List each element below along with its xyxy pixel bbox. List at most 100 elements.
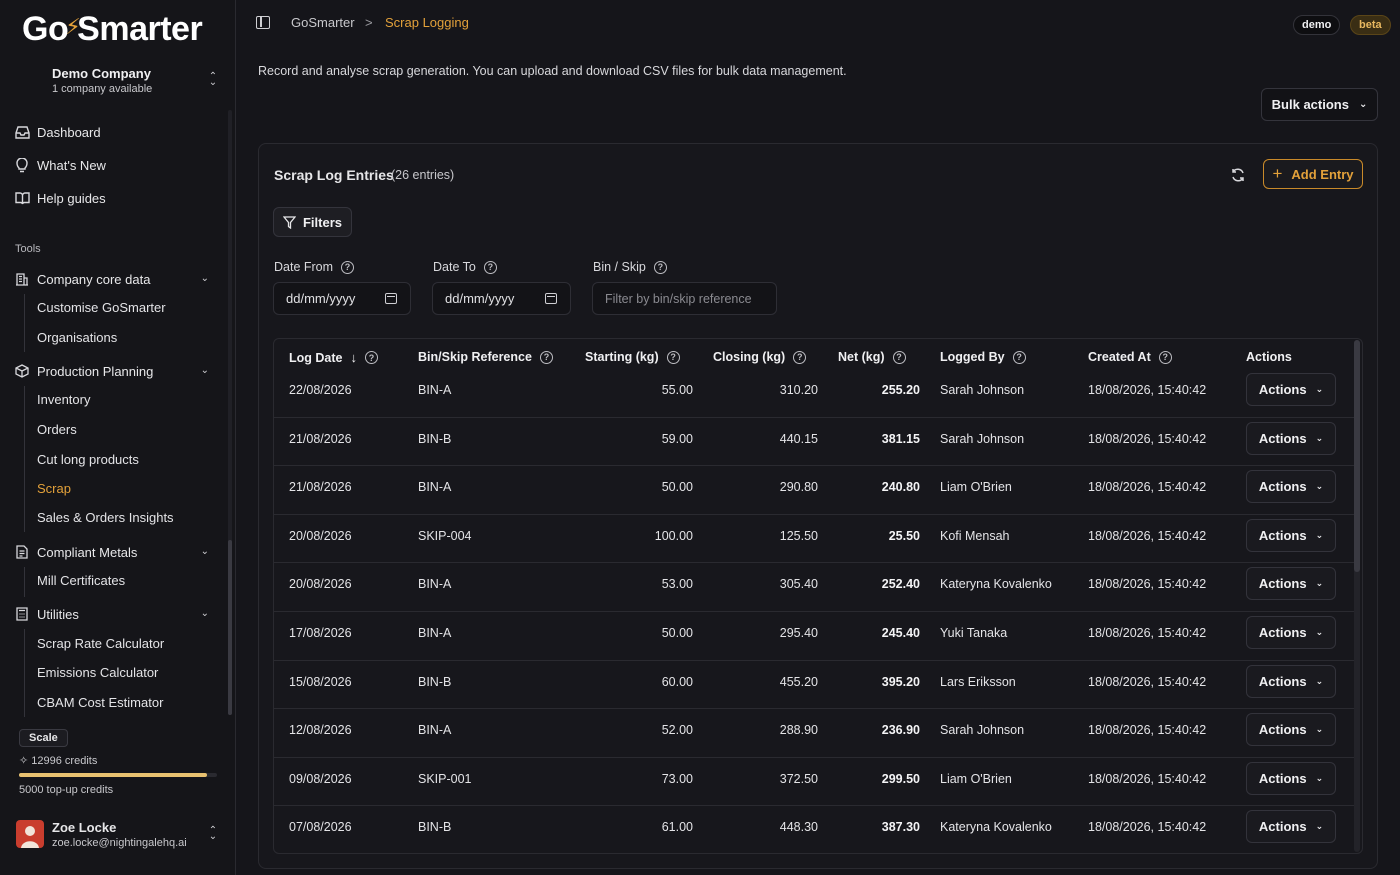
chevron-updown-icon[interactable]: ⌃ ⌄ [207, 72, 219, 88]
tools-section-label: Tools [15, 243, 41, 255]
cell-created: 18/08/2026, 15:40:42 [1088, 480, 1207, 495]
nav-company-core-label: Company core data [37, 271, 151, 287]
help-icon[interactable]: ? [653, 260, 667, 274]
nav-company-core-data[interactable]: Company core data [14, 268, 150, 290]
col-logged-by[interactable]: Logged By? [940, 350, 1026, 364]
breadcrumb-home[interactable]: GoSmarter [291, 15, 355, 30]
add-entry-button[interactable]: + Add Entry [1263, 159, 1363, 189]
filters-label: Filters [302, 214, 342, 230]
col-bin-skip[interactable]: Bin/Skip Reference? [418, 350, 553, 364]
col-created-at[interactable]: Created At? [1088, 350, 1172, 364]
row-actions-button[interactable]: Actions ⌄ [1246, 518, 1336, 552]
cell-date: 15/08/2026 [289, 674, 352, 689]
nav-compliant-metals-label: Compliant Metals [37, 544, 138, 560]
row-actions-button[interactable]: Actions ⌄ [1246, 616, 1336, 649]
row-actions-button[interactable]: Actions ⌄ [1246, 761, 1336, 795]
row-actions-button[interactable]: Actions ⌄ [1246, 713, 1336, 747]
refresh-icon[interactable] [1230, 167, 1246, 187]
nav-mill-certificates[interactable]: Mill Certificates [37, 571, 125, 591]
row-actions-button[interactable]: Actions ⌄ [1246, 664, 1336, 698]
col-log-date[interactable]: Log Date ↓ ? [289, 350, 378, 365]
nav-production-planning[interactable]: Production Planning [14, 360, 153, 382]
cell-by: Kateryna Kovalenko [940, 820, 1052, 835]
help-icon[interactable]: ? [364, 351, 378, 364]
row-actions-label: Actions [1258, 479, 1307, 495]
nav-help-guides[interactable]: Help guides [14, 187, 106, 209]
nav-whats-new[interactable]: What's New [14, 154, 106, 176]
row-actions-button[interactable]: Actions ⌄ [1246, 470, 1336, 504]
nav-cut-long-products[interactable]: Cut long products [37, 450, 139, 470]
nav-utilities[interactable]: Utilities [14, 603, 79, 625]
help-icon[interactable]: ? [539, 350, 553, 364]
date-from-input[interactable]: dd/mm/yyyy [273, 282, 411, 315]
cell-start: 60.00 [661, 674, 693, 689]
plus-icon: + [1272, 164, 1283, 183]
date-to-value: dd/mm/yyyy [445, 291, 515, 306]
help-icon[interactable]: ? [1158, 350, 1172, 364]
nav-compliant-metals[interactable]: Compliant Metals [14, 541, 137, 563]
chevron-down-icon[interactable]: ⌄ [201, 365, 209, 376]
row-actions-button[interactable]: Actions ⌄ [1246, 567, 1336, 601]
cell-close: 455.20 [779, 674, 818, 689]
table-row: 20/08/2026 BIN-A 53.00 305.40 252.40 Kateryna… [274, 563, 1356, 612]
col-actions: Actions [1246, 350, 1292, 364]
cell-close: 310.20 [779, 383, 818, 397]
help-icon[interactable]: ? [892, 350, 906, 364]
nav-cbam-estimator[interactable]: CBAM Cost Estimator [37, 693, 163, 713]
nav-customise[interactable]: Customise GoSmarter [37, 298, 166, 318]
bulk-actions-button[interactable]: Bulk actions ⌄ [1261, 88, 1378, 121]
table-row: 12/08/2026 BIN-A 52.00 288.90 236.90 Sarah Jo… [274, 709, 1356, 758]
nav-orders[interactable]: Orders [37, 420, 77, 440]
filters-button[interactable]: Filters [273, 207, 352, 237]
help-icon[interactable]: ? [666, 350, 680, 364]
chevron-down-icon: ⌄ [1315, 432, 1324, 443]
col-net[interactable]: Net (kg)? [838, 350, 906, 364]
chevron-down-icon[interactable]: ⌄ [201, 546, 209, 557]
chevron-down-icon[interactable]: ⌄ [201, 608, 209, 619]
help-icon[interactable]: ? [793, 350, 807, 364]
nav-sales-insights[interactable]: Sales & Orders Insights [37, 508, 174, 528]
row-actions-button[interactable]: Actions ⌄ [1246, 373, 1336, 406]
sidebar-scrollbar-thumb[interactable] [228, 540, 232, 715]
submenu-line [24, 386, 25, 532]
bin-skip-filter-input[interactable]: Filter by bin/skip reference [592, 282, 777, 315]
calendar-icon[interactable] [385, 293, 397, 304]
chevron-down-icon[interactable]: ⌄ [201, 273, 209, 284]
avatar[interactable] [16, 820, 44, 848]
table-row: 07/08/2026 BIN-B 61.00 448.30 387.30 Kateryna… [274, 806, 1356, 853]
help-icon[interactable]: ? [1012, 350, 1026, 364]
row-actions-label: Actions [1258, 770, 1307, 786]
bin-skip-placeholder: Filter by bin/skip reference [605, 291, 752, 306]
table-scrollbar-thumb[interactable] [1354, 340, 1360, 572]
nav-inventory[interactable]: Inventory [37, 390, 90, 410]
col-starting[interactable]: Starting (kg)? [585, 350, 680, 364]
nav-emissions-calculator[interactable]: Emissions Calculator [37, 663, 158, 683]
company-switcher[interactable]: Demo Company 1 company available [52, 66, 222, 95]
sort-down-icon[interactable]: ↓ [350, 350, 357, 365]
calculator-icon [14, 606, 30, 622]
row-actions-button[interactable]: Actions ⌄ [1246, 810, 1336, 844]
nav-dashboard[interactable]: Dashboard [14, 121, 101, 143]
cell-created: 18/08/2026, 15:40:42 [1088, 771, 1207, 786]
date-to-input[interactable]: dd/mm/yyyy [432, 282, 571, 315]
row-actions-button[interactable]: Actions ⌄ [1246, 421, 1336, 455]
gosmarter-logo[interactable]: Go⚡Smarter [22, 10, 203, 49]
help-icon[interactable]: ? [483, 260, 497, 274]
cell-close: 305.40 [779, 577, 818, 592]
sidebar-toggle-icon[interactable] [256, 16, 270, 29]
date-from-value: dd/mm/yyyy [286, 291, 356, 306]
table-row: 17/08/2026 BIN-A 50.00 295.40 245.40 Yuki Tan… [274, 612, 1356, 661]
user-menu-chevron-icon[interactable]: ⌃ ⌄ [207, 826, 219, 842]
cell-start: 61.00 [661, 820, 693, 835]
cell-by: Kofi Mensah [940, 528, 1010, 543]
cell-date: 21/08/2026 [289, 480, 352, 495]
help-icon[interactable]: ? [341, 260, 355, 274]
nav-organisations[interactable]: Organisations [37, 328, 117, 348]
nav-scrap[interactable]: Scrap [37, 479, 71, 499]
nav-scrap-rate-calculator[interactable]: Scrap Rate Calculator [37, 634, 164, 654]
calendar-icon[interactable] [545, 293, 557, 304]
col-closing[interactable]: Closing (kg)? [713, 350, 807, 364]
lightbulb-icon [14, 157, 30, 173]
credits-progress [19, 773, 217, 777]
cell-by: Sarah Johnson [940, 383, 1025, 397]
